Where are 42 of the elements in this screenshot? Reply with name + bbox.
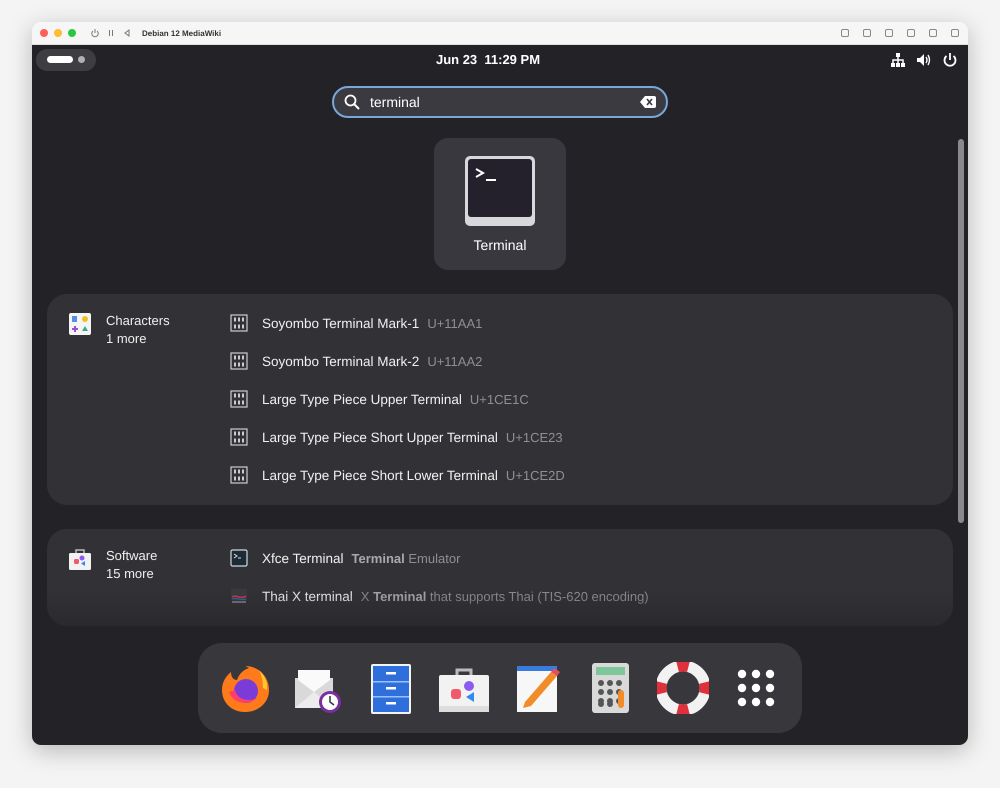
result-description: X Terminal that supports Thai (TIS-620 encoding)	[360, 588, 649, 604]
result-description: Terminal Emulator	[352, 550, 460, 566]
result-name[interactable]: Xfce Terminal	[262, 550, 344, 566]
window-title: Debian 12 MediaWiki	[142, 28, 222, 38]
glyph-box-icon	[230, 352, 248, 370]
clock[interactable]: Jun 23 11:29 PM	[436, 52, 540, 67]
result-description: U+1CE1C	[470, 392, 529, 406]
provider-title[interactable]: Characters	[106, 312, 170, 330]
network-icon[interactable]	[890, 52, 906, 68]
result-description: U+1CE23	[506, 430, 563, 444]
scrollbar[interactable]	[958, 139, 964, 523]
app-tile[interactable]: Terminal	[434, 138, 566, 270]
result-description: U+11AA2	[427, 354, 482, 368]
lifebuoy-icon[interactable]	[656, 662, 708, 714]
result-name[interactable]: Large Type Piece Upper Terminal	[262, 392, 462, 406]
pause-icon[interactable]	[106, 28, 116, 38]
result-name[interactable]: Thai X terminal	[262, 588, 353, 604]
result-name[interactable]: Soyombo Terminal Mark-1	[262, 316, 420, 330]
result-description: U+1CE2D	[506, 468, 565, 482]
glyph-box-icon	[230, 466, 248, 484]
result-description: U+11AA1	[427, 316, 482, 330]
activities-button[interactable]	[36, 48, 96, 70]
result-name[interactable]: Soyombo Terminal Mark-2	[262, 354, 420, 368]
close-button[interactable]	[40, 29, 48, 37]
more-count[interactable]: 15 more	[106, 565, 158, 583]
result-name[interactable]: Large Type Piece Short Lower Terminal	[262, 468, 498, 482]
volume-icon[interactable]	[916, 52, 932, 68]
terminal-icon	[464, 155, 536, 227]
search-icon	[344, 94, 360, 110]
more-count[interactable]: 1 more	[106, 330, 170, 348]
result-name[interactable]: Large Type Piece Short Upper Terminal	[262, 430, 498, 444]
clear-icon[interactable]	[640, 96, 656, 108]
back-icon[interactable]	[122, 28, 132, 38]
glyph-box-icon	[230, 390, 248, 408]
monitor-icon	[230, 587, 248, 605]
provider-title[interactable]: Software	[106, 547, 158, 565]
search-field[interactable]: terminal	[332, 86, 668, 118]
glyph-box-icon	[230, 428, 248, 446]
terminal-icon	[230, 549, 248, 567]
glyph-box-icon	[230, 314, 248, 332]
characters-app-icon	[68, 312, 92, 336]
software-app-icon	[68, 547, 92, 571]
